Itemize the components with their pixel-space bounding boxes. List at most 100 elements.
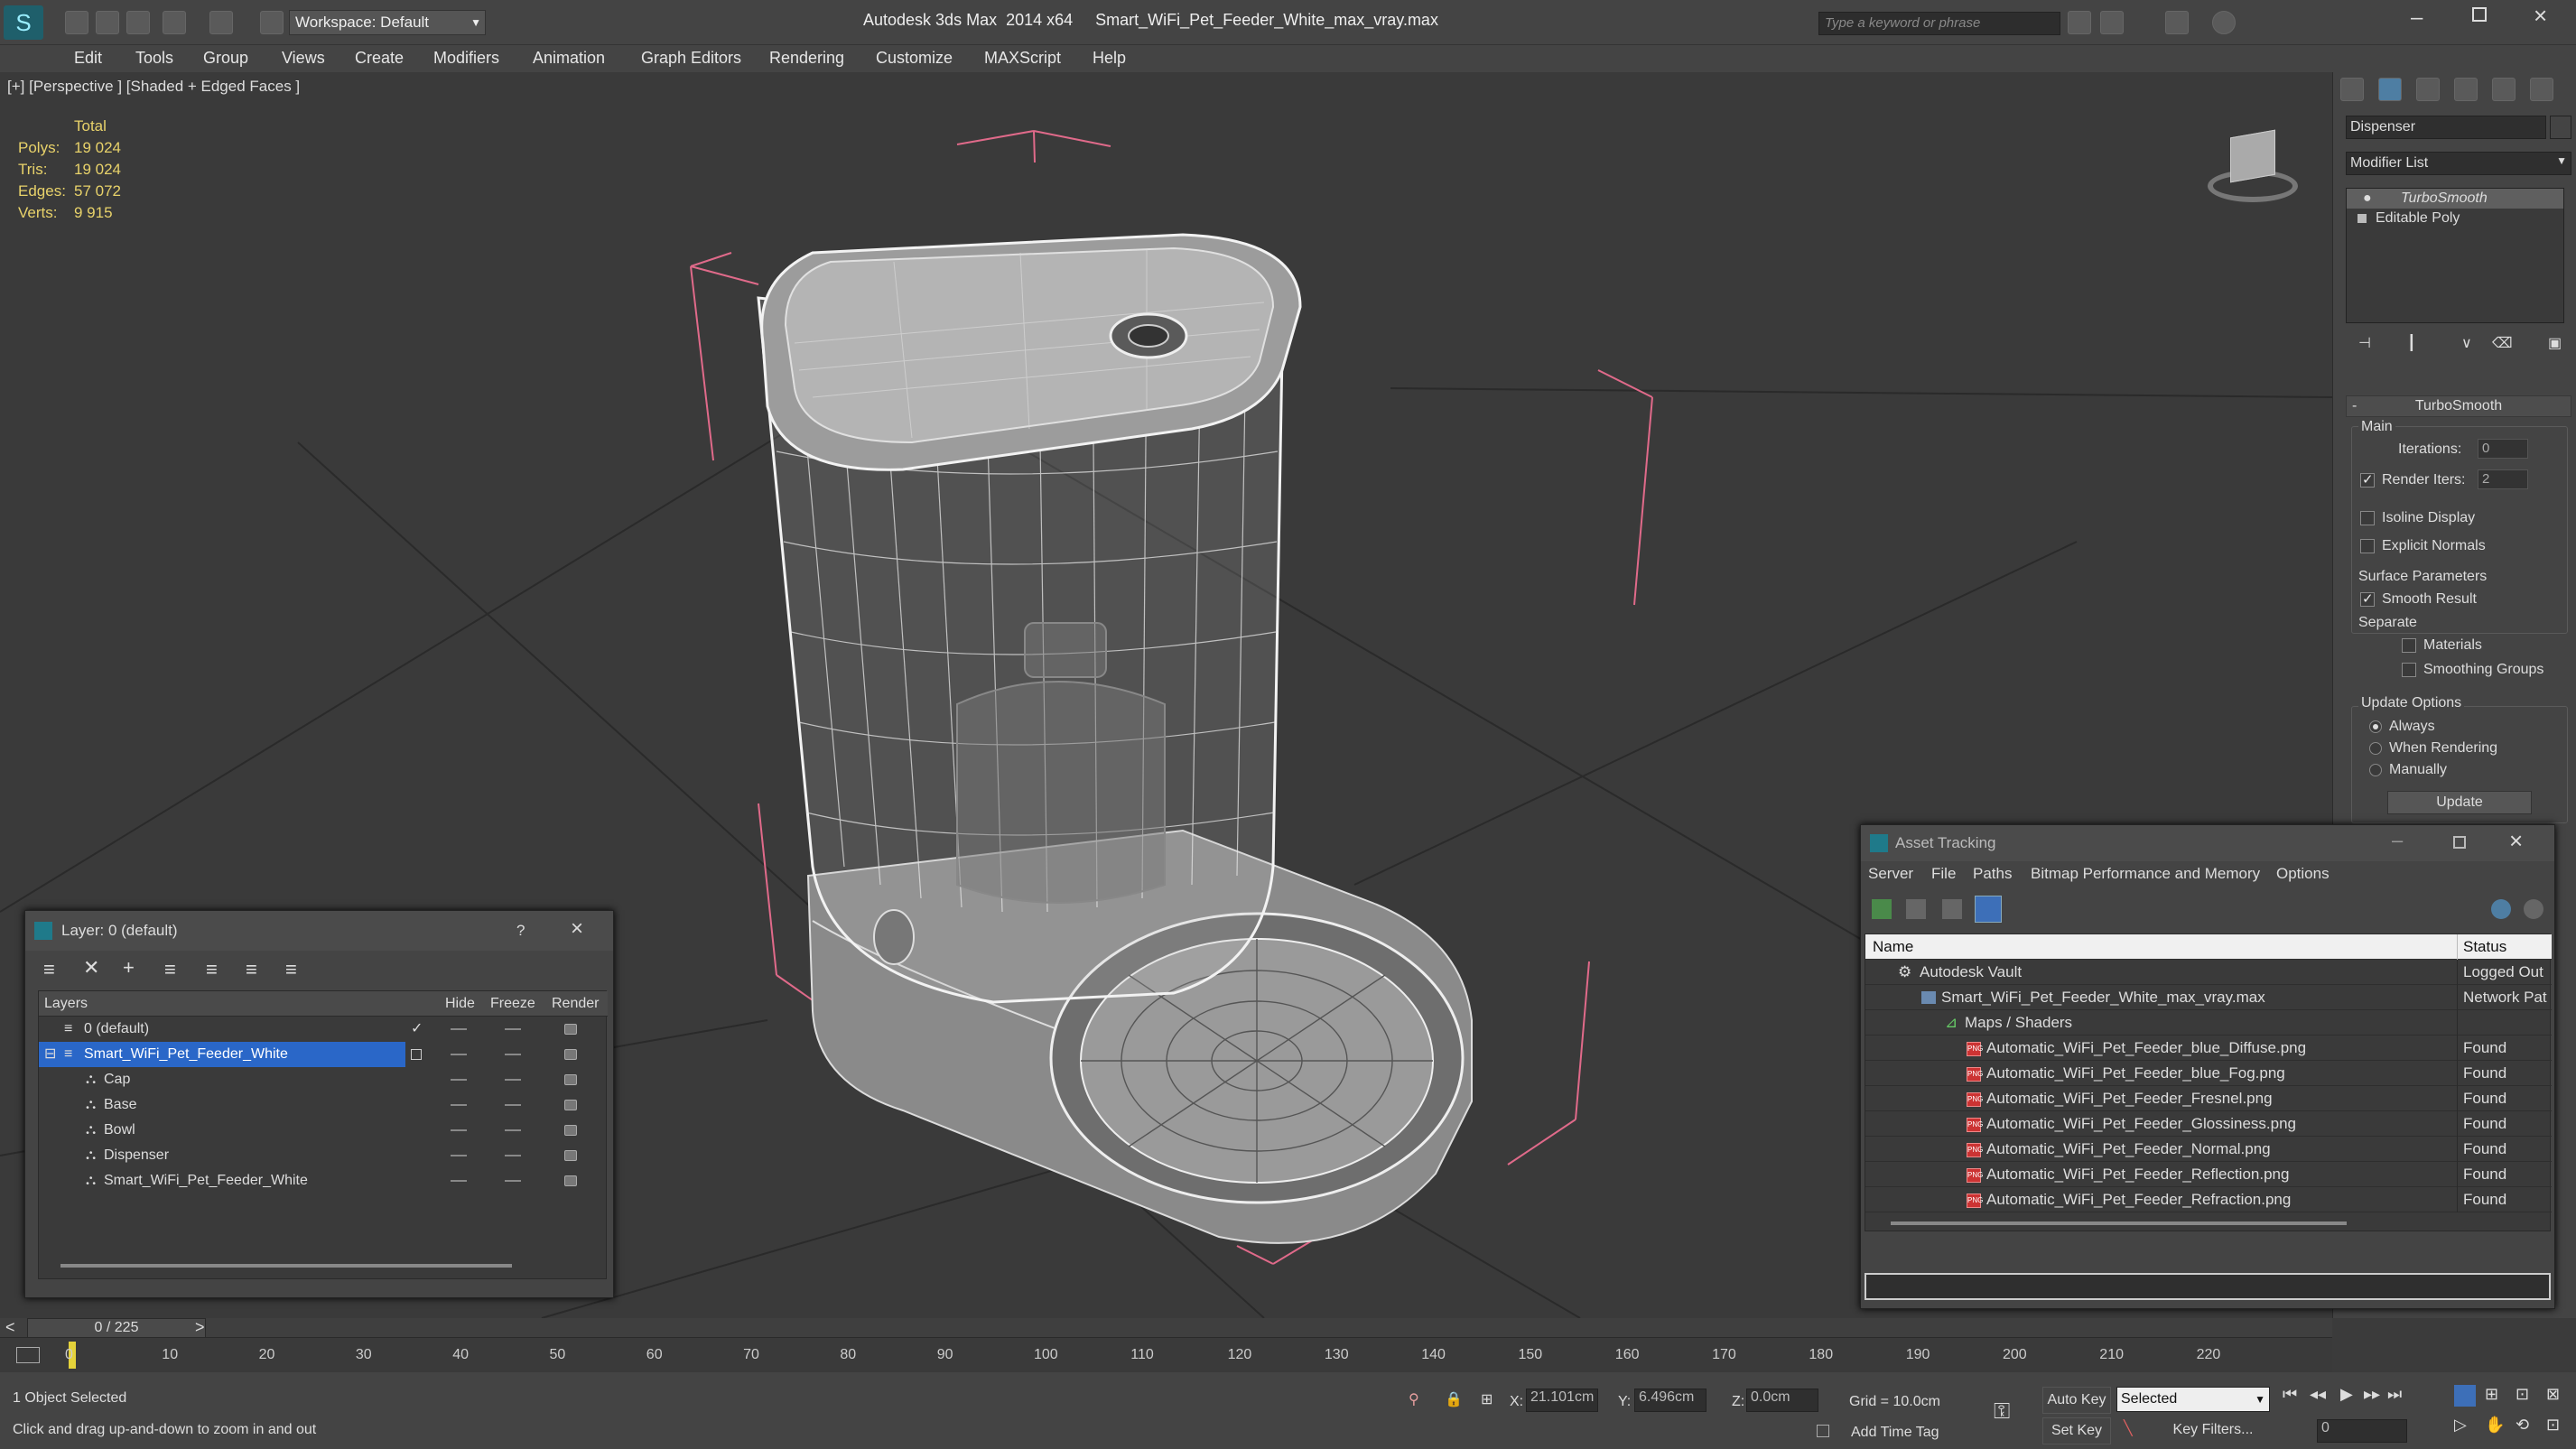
x-coordinate-field[interactable]: 21.101cm <box>1526 1389 1598 1412</box>
menu-rendering[interactable]: Rendering <box>769 49 844 68</box>
next-frame-icon[interactable]: ▸▸ <box>2364 1385 2380 1404</box>
settings-icon[interactable] <box>2524 899 2543 919</box>
asset-row[interactable]: PNG Automatic_WiFi_Pet_Feeder_blue_Fog.p… <box>1865 1061 2552 1086</box>
communication-icon[interactable] <box>2100 11 2124 34</box>
open-file-icon[interactable] <box>96 11 119 34</box>
highlight-layer-icon[interactable]: ≡ <box>206 958 218 981</box>
binoculars-icon[interactable] <box>2068 11 2091 34</box>
current-layer-check-icon[interactable]: ✓ <box>411 1017 423 1042</box>
render-iters-checkbox[interactable] <box>2360 471 2375 488</box>
help-icon[interactable] <box>2212 11 2236 34</box>
object-name-field[interactable]: Dispenser <box>2346 116 2546 139</box>
layer-object-row[interactable]: ⛬ Dispenser <box>39 1143 608 1168</box>
zoom-all-icon[interactable]: ⊞ <box>2485 1385 2498 1404</box>
maximize-button[interactable] <box>2453 836 2466 849</box>
menu-modifiers[interactable]: Modifiers <box>433 49 499 68</box>
asset-row[interactable]: Smart_WiFi_Pet_Feeder_White_max_vray.max… <box>1865 985 2552 1010</box>
asset-row[interactable]: PNG Automatic_WiFi_Pet_Feeder_Glossiness… <box>1865 1111 2552 1137</box>
key-mode-dropdown[interactable]: Selected ▼ <box>2116 1387 2270 1412</box>
menu-help[interactable]: Help <box>1093 49 1126 68</box>
layer-dialog-titlebar[interactable]: Layer: 0 (default) ? × <box>25 911 613 951</box>
redo-icon[interactable] <box>209 11 233 34</box>
menu-edit[interactable]: Edit <box>74 49 102 68</box>
go-to-end-icon[interactable]: ⏭ <box>2387 1385 2402 1404</box>
asset-row[interactable]: PNG Automatic_WiFi_Pet_Feeder_Reflection… <box>1865 1162 2552 1187</box>
create-layer-icon[interactable]: ≡ <box>43 958 55 981</box>
render-iters-spinner[interactable]: 2 <box>2478 469 2528 489</box>
layer-horizontal-scrollbar[interactable] <box>60 1264 512 1268</box>
display-tab-icon[interactable] <box>2492 78 2516 101</box>
zoom-icon[interactable] <box>2454 1385 2476 1407</box>
turbosmooth-rollout-header[interactable]: - TurboSmooth <box>2346 395 2571 417</box>
add-to-layer-icon[interactable]: + <box>123 956 135 980</box>
close-icon[interactable]: × <box>2534 2 2547 30</box>
asset-menu-server[interactable]: Server <box>1868 865 1913 883</box>
asset-row[interactable]: ⊿ Maps / Shaders <box>1865 1010 2552 1036</box>
thumbnail-view-icon[interactable] <box>1942 899 1962 919</box>
pin-stack-icon[interactable]: ⊣ <box>2358 334 2371 352</box>
asset-menu-options[interactable]: Options <box>2276 865 2330 883</box>
zoom-extents-all-icon[interactable]: ⊠ <box>2546 1385 2560 1404</box>
y-coordinate-field[interactable]: 6.496cm <box>1634 1389 1706 1412</box>
hide-all-icon[interactable]: ≡ <box>246 958 257 981</box>
save-file-icon[interactable] <box>126 11 150 34</box>
auto-key-button[interactable]: Auto Key <box>2042 1387 2111 1414</box>
absolute-mode-icon[interactable]: ⊞ <box>1481 1390 1493 1408</box>
menu-graph-editors[interactable]: Graph Editors <box>641 49 741 68</box>
menu-create[interactable]: Create <box>355 49 404 68</box>
layer-row[interactable]: ≡ 0 (default) ✓ <box>39 1017 608 1042</box>
key-filters-button[interactable]: Key Filters... <box>2156 1417 2270 1444</box>
previous-frame-icon[interactable]: ◂◂ <box>2310 1385 2326 1404</box>
column-header-hide[interactable]: Hide <box>445 991 475 1017</box>
new-file-icon[interactable] <box>65 11 88 34</box>
freeze-all-icon[interactable]: ≡ <box>285 958 297 981</box>
modify-tab-icon[interactable] <box>2378 78 2402 101</box>
minimize-button[interactable]: – <box>2392 829 2403 852</box>
delete-layer-icon[interactable]: ✕ <box>83 956 99 980</box>
isoline-display-checkbox[interactable] <box>2360 511 2375 525</box>
explicit-normals-checkbox[interactable] <box>2360 539 2375 553</box>
iterations-spinner[interactable]: 0 <box>2478 439 2528 459</box>
render-teapot-icon[interactable] <box>564 1049 577 1060</box>
render-teapot-icon[interactable] <box>564 1100 577 1110</box>
hierarchy-tab-icon[interactable] <box>2416 78 2440 101</box>
current-frame-field[interactable]: 0 <box>2317 1419 2407 1443</box>
column-header-name[interactable]: Name <box>1873 934 1913 960</box>
minimize-button[interactable]: – <box>2411 5 2423 31</box>
remove-modifier-icon[interactable]: ⌫ <box>2492 334 2513 352</box>
track-bar-icon[interactable] <box>16 1347 40 1363</box>
table-view-icon[interactable] <box>1975 896 2002 923</box>
render-teapot-icon[interactable] <box>564 1024 577 1035</box>
menu-tools[interactable]: Tools <box>135 49 173 68</box>
layer-row-selected[interactable]: ⊟ ≡ Smart_WiFi_Pet_Feeder_White <box>39 1042 608 1067</box>
time-slider-thumb[interactable]: 0 / 225 <box>27 1318 206 1338</box>
workspace-dropdown[interactable]: Workspace: Default ▼ <box>289 10 486 35</box>
asset-horizontal-scrollbar[interactable] <box>1891 1221 2347 1225</box>
show-end-result-icon[interactable]: ┃ <box>2407 334 2416 352</box>
set-key-button[interactable]: Set Key <box>2042 1417 2111 1444</box>
zoom-extents-icon[interactable]: ⊡ <box>2516 1385 2529 1404</box>
create-tab-icon[interactable] <box>2340 78 2364 101</box>
stack-item-turbosmooth[interactable]: ● TurboSmooth <box>2347 189 2563 209</box>
current-layer-box-icon[interactable] <box>411 1049 422 1060</box>
utilities-tab-icon[interactable] <box>2530 78 2553 101</box>
close-icon[interactable]: × <box>2509 827 2523 855</box>
search-input[interactable]: Type a keyword or phrase <box>1818 12 2060 35</box>
track-bar[interactable]: 0 10 20 30 40 50 60 70 80 90 100 110 120 130 140 150 160… <box>0 1338 2332 1372</box>
time-slider-prev[interactable]: < <box>5 1318 15 1337</box>
pan-icon[interactable]: ✋ <box>2485 1416 2505 1435</box>
set-key-icon[interactable]: ╲ <box>2124 1419 2133 1437</box>
field-of-view-icon[interactable]: ▷ <box>2454 1416 2467 1435</box>
layer-object-row[interactable]: ⛬ Smart_WiFi_Pet_Feeder_White <box>39 1168 608 1194</box>
manually-radio[interactable] <box>2369 764 2382 776</box>
smoothing-groups-checkbox[interactable] <box>2402 663 2416 677</box>
render-teapot-icon[interactable] <box>564 1125 577 1136</box>
configure-sets-icon[interactable]: ▣ <box>2548 334 2562 352</box>
column-header-status[interactable]: Status <box>2457 934 2552 960</box>
go-to-start-icon[interactable]: ⏮ <box>2283 1385 2297 1404</box>
add-time-tag-label[interactable]: Add Time Tag <box>1851 1425 1939 1441</box>
asset-menu-file[interactable]: File <box>1931 865 1956 883</box>
column-header-layers[interactable]: Layers <box>44 991 88 1017</box>
help-icon[interactable] <box>2491 899 2511 919</box>
undo-icon[interactable] <box>163 11 186 34</box>
